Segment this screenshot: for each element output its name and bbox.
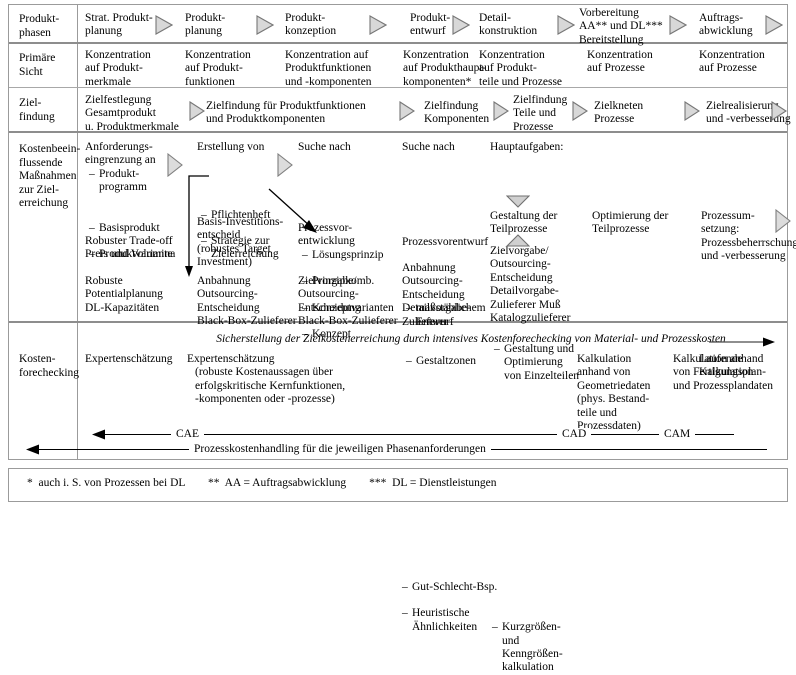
bracket-arrow-to-anbahnung <box>185 175 209 277</box>
massnahmen-c6-b: Optimierung der Teilprozesse <box>592 210 669 236</box>
label-column-divider <box>77 5 78 460</box>
row-label-primaere-sicht: Primäre Sicht <box>19 52 56 78</box>
band-label-prozesskostenhandling: Prozesskostenhandling für die jeweiligen… <box>189 443 491 455</box>
phase-cell-1: Strat. Produkt- planung <box>85 12 153 38</box>
diagram-root: Produkt- phasen Strat. Produkt- planung … <box>0 0 796 673</box>
ziel-cell-5: Zielkneten Prozesse <box>594 100 644 126</box>
kfc-cell-1: Expertenschätzung <box>85 353 173 365</box>
phase-cell-6: Vorbereitung AA** und DL*** Bereitstellu… <box>579 7 663 46</box>
phase-cell-2: Produkt- planung <box>185 12 226 38</box>
ziel-cell-2: Zielfindung für Produktfunktionen und Pr… <box>206 100 366 126</box>
kfc-cell-3-item-1: Gut-Schlecht-Bsp. <box>402 581 512 595</box>
footnote-box: * auch i. S. von Prozessen bei DL ** AA … <box>8 468 788 502</box>
massnahmen-c1-c: Robuste Potentialplanung DL-Kapazitäten <box>85 275 163 314</box>
massnahmen-up-triangle <box>506 234 530 247</box>
ziel-cell-1: Zielfestlegung Gesamtprodukt u. Produktm… <box>85 94 179 133</box>
massnahmen-c1-b: Robuster Trade-off Preis und Volumina <box>85 235 176 261</box>
banner-right-arrow <box>709 337 775 347</box>
row-label-massnahmen: Kostenbeein- flussende Maßnahmen zur Zie… <box>19 143 81 209</box>
kfc-cell-5: Kalkulation anhand von Geometriedaten (p… <box>577 353 651 433</box>
band-label-cam: CAM <box>659 428 696 440</box>
massnahmen-c5-head: Hauptaufgaben: <box>490 141 564 153</box>
sicht-cell-7: Konzentration auf Prozesse <box>699 49 765 75</box>
kfc-cell-2: Expertenschätzung (robuste Kostenaussage… <box>187 353 346 406</box>
sicht-cell-5: Konzentration auf Produkt- teile und Pro… <box>479 49 563 88</box>
phase-cell-4: Produkt- entwurf <box>410 12 451 38</box>
kostenforechecking-banner: Sicherstellung der Zielkostenerreichung … <box>216 333 726 345</box>
row-label-produktphasen: Produkt- phasen <box>19 13 60 39</box>
band-label-cad: CAD <box>557 428 592 440</box>
footnote-text: * auch i. S. von Prozessen bei DL ** AA … <box>27 477 497 489</box>
massnahmen-c3-head: Suche nach <box>298 141 351 153</box>
row-label-kostenforechecking: Kosten- forechecking <box>19 353 80 379</box>
kfc-cell-7: Laufende Kalkulation <box>699 353 754 379</box>
ziel-cell-4: Zielfindung Teile und Prozesse <box>513 94 568 133</box>
kfc-cell-4: Kurzgrößen- und Kenngrößen- kalkulation <box>492 621 574 675</box>
sicht-cell-2: Konzentration auf Produkt- funktionen <box>185 49 251 88</box>
ziel-cell-3: Zielfindung Komponenten <box>424 100 490 126</box>
massnahmen-down-triangle <box>506 195 530 208</box>
massnahmen-c4-c: Anbahnung Outsourcing- Entscheidung Deta… <box>402 262 471 328</box>
prozesskostenhandling-left-arrowhead <box>26 444 39 455</box>
massnahmen-c5-c: Zielvorgabe/ Outsourcing- Entscheidung D… <box>490 245 571 325</box>
diagonal-arrow-to-prozessvorentwicklung <box>268 188 317 233</box>
sicht-cell-6: Konzentration auf Prozesse <box>587 49 653 75</box>
main-table: Produkt- phasen Strat. Produkt- planung … <box>8 4 796 673</box>
band-label-cae: CAE <box>171 428 204 440</box>
phase-cell-3: Produkt- konzeption <box>285 12 337 38</box>
phase-cell-5: Detail- konstruktion <box>479 12 538 38</box>
sicht-cell-3: Konzentration auf Produktfunktionen und … <box>285 49 372 88</box>
rule-after-produktphasen <box>9 42 787 44</box>
cae-left-arrowhead <box>92 429 105 440</box>
row-label-zielfindung: Ziel- findung <box>19 97 55 123</box>
sicht-cell-1: Konzentration auf Produkt- merkmale <box>85 49 151 88</box>
massnahmen-c3-item-1: Lösungsprinzip <box>302 249 428 263</box>
massnahmen-c5-b: Gestaltung der Teilprozesse <box>490 210 558 236</box>
